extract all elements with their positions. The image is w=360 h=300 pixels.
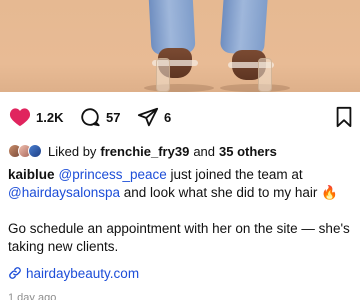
bookmark-icon[interactable] — [332, 105, 356, 129]
share-icon[interactable] — [136, 105, 160, 129]
post-image-shadow — [220, 84, 290, 92]
save-button[interactable] — [332, 104, 356, 130]
post-image-shadow — [144, 84, 214, 92]
liked-by-and: and — [193, 143, 216, 159]
caption-mention-princess-peace[interactable]: @princess_peace — [59, 167, 167, 182]
caption-username[interactable]: kaiblue — [8, 167, 55, 182]
comment-count[interactable]: 57 — [106, 110, 120, 125]
like-button[interactable]: 1.2K — [8, 104, 63, 130]
post-image-heel — [156, 58, 170, 92]
share-button[interactable]: 6 — [136, 104, 171, 130]
share-count[interactable]: 6 — [164, 110, 171, 125]
caption-mention-hairdaysalonspa[interactable]: @hairdaysalonspa — [8, 185, 120, 200]
comment-icon[interactable] — [78, 105, 102, 129]
post-image-leg — [219, 0, 269, 56]
link-icon — [8, 266, 22, 280]
liked-by-avatars[interactable] — [8, 144, 42, 158]
avatar[interactable] — [28, 144, 42, 158]
liked-by-username[interactable]: frenchie_fry39 — [100, 144, 189, 159]
post-timestamp: 1 day ago — [8, 292, 57, 300]
caption-text: just joined the team at — [166, 167, 303, 182]
post-image[interactable] — [0, 0, 360, 92]
liked-by-others[interactable]: 35 others — [219, 144, 277, 159]
heart-icon[interactable] — [8, 105, 32, 129]
caption-paragraph-1: kaiblue @princess_peace just joined the t… — [8, 166, 352, 202]
comment-button[interactable]: 57 — [78, 104, 120, 130]
caption-text: and look what she did to my hair 🔥 — [120, 185, 338, 200]
website-link-text[interactable]: hairdaybeauty.com — [26, 266, 139, 281]
caption-paragraph-2: Go schedule an appointment with her on t… — [8, 221, 350, 254]
like-count[interactable]: 1.2K — [36, 110, 63, 125]
liked-by-row[interactable]: Liked by frenchie_fry39 and 35 others — [8, 142, 277, 160]
post-caption: kaiblue @princess_peace just joined the t… — [8, 166, 352, 256]
post-image-heel — [258, 58, 272, 92]
liked-by-label: Liked by — [48, 143, 97, 159]
website-link[interactable]: hairdaybeauty.com — [8, 264, 139, 282]
post-image-leg — [148, 0, 196, 56]
post-actions-bar: 1.2K 57 6 — [0, 104, 360, 130]
